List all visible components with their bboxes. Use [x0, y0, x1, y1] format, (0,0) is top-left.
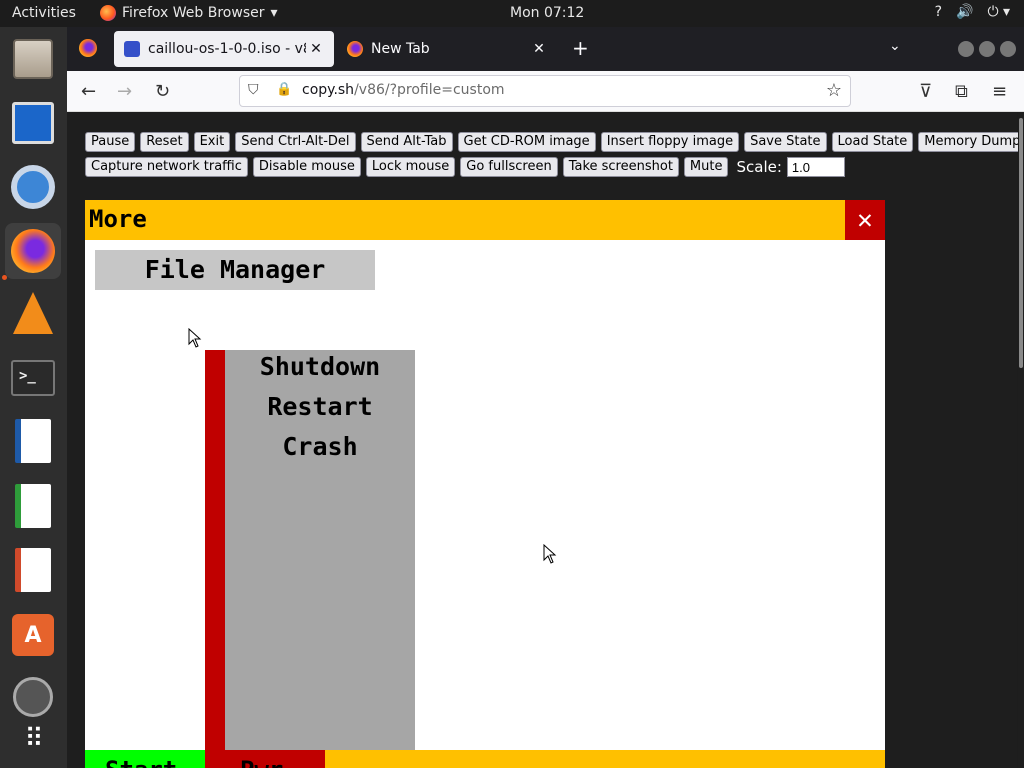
- app-menu-label: Firefox Web Browser: [122, 5, 265, 21]
- new-tab-plus-icon[interactable]: +: [572, 36, 589, 60]
- pinned-tab-firefox-icon[interactable]: [79, 39, 97, 57]
- close-tab-icon[interactable]: ✕: [529, 41, 549, 57]
- v86-favicon-icon: [124, 41, 140, 57]
- tab-v86[interactable]: caillou-os-1-0-0.iso - v86 ✕: [114, 31, 334, 67]
- minimize-window-icon[interactable]: [958, 41, 974, 57]
- system-tray[interactable]: ? 🔊 ⏻ ▾: [935, 4, 1010, 20]
- list-tabs-chevron-icon[interactable]: ⌄: [889, 38, 901, 54]
- system-top-bar: Activities Firefox Web Browser ▾ Mon 07:…: [0, 0, 1024, 27]
- guest-taskbar: Start Pwr: [85, 750, 885, 768]
- running-indicator: [2, 275, 7, 280]
- controls-row-2: Capture network traffic Disable mouse Lock…: [85, 157, 1005, 177]
- clock[interactable]: Mon 07:12: [510, 5, 584, 21]
- menu-item-crash[interactable]: Crash: [225, 432, 415, 461]
- files-icon[interactable]: [9, 35, 57, 83]
- send-ctrl-alt-del-button[interactable]: Send Ctrl-Alt-Del: [235, 132, 356, 152]
- software-store-icon[interactable]: A: [9, 611, 57, 659]
- forward-arrow-icon[interactable]: →: [117, 81, 132, 102]
- scrollbar-thumb[interactable]: [1019, 118, 1023, 368]
- page-scrollbar[interactable]: [1018, 112, 1024, 768]
- hamburger-menu-icon[interactable]: ≡: [992, 81, 1007, 102]
- dock: >_ A ⠿: [0, 27, 67, 768]
- window-title: More: [89, 205, 147, 233]
- app-menu[interactable]: Firefox Web Browser ▾: [100, 5, 278, 21]
- pocket-icon[interactable]: ⊽: [919, 81, 932, 102]
- scale-input[interactable]: [786, 157, 845, 177]
- tab-title: caillou-os-1-0-0.iso - v86: [148, 41, 306, 57]
- firefox-icon[interactable]: [5, 223, 61, 279]
- send-alt-tab-button[interactable]: Send Alt-Tab: [360, 132, 453, 152]
- chevron-down-icon: ▾: [270, 5, 278, 21]
- tab-title: New Tab: [371, 41, 430, 57]
- extensions-icon[interactable]: ⧉: [955, 81, 968, 102]
- chromium-icon[interactable]: [9, 163, 57, 211]
- volume-icon[interactable]: 🔊: [956, 4, 973, 20]
- maximize-window-icon[interactable]: [979, 41, 995, 57]
- reset-button[interactable]: Reset: [140, 132, 189, 152]
- menu-item-restart[interactable]: Restart: [225, 392, 415, 421]
- url-text[interactable]: copy.sh/v86/?profile=custom: [302, 82, 505, 98]
- emulator-screen[interactable]: More ✕ File Manager Shutdown Restart Cra…: [85, 200, 885, 768]
- close-icon[interactable]: ✕: [845, 200, 885, 240]
- updater-icon[interactable]: [9, 673, 57, 721]
- save-state-button[interactable]: Save State: [744, 132, 827, 152]
- back-arrow-icon[interactable]: ←: [81, 81, 96, 102]
- controls-row-1: Pause Reset Exit Send Ctrl-Alt-Del Send Alt-…: [85, 132, 1024, 152]
- impress-icon[interactable]: [9, 546, 57, 594]
- close-tab-icon[interactable]: ✕: [306, 41, 326, 57]
- taskbar-power-button[interactable]: Pwr: [205, 750, 325, 768]
- capture-network-traffic-button[interactable]: Capture network traffic: [85, 157, 248, 177]
- mouse-cursor-icon: [543, 544, 557, 564]
- page-content: Pause Reset Exit Send Ctrl-Alt-Del Send Alt-…: [67, 112, 1024, 768]
- take-screenshot-button[interactable]: Take screenshot: [562, 157, 679, 177]
- tab-new-tab[interactable]: New Tab ✕: [337, 31, 557, 67]
- start-button[interactable]: Start: [85, 750, 205, 768]
- menu-item-shutdown[interactable]: Shutdown: [225, 352, 415, 381]
- activities-button[interactable]: Activities: [12, 5, 76, 21]
- navigation-bar: ← → ↻ ⛉ 🔒 copy.sh/v86/?profile=custom ☆ …: [67, 71, 1024, 112]
- firefox-small-icon: [100, 5, 116, 21]
- power-menu: Shutdown Restart Crash: [225, 350, 415, 750]
- get-cd-rom-image-button[interactable]: Get CD-ROM image: [457, 132, 596, 152]
- pause-button[interactable]: Pause: [85, 132, 136, 152]
- mute-button[interactable]: Mute: [683, 157, 729, 177]
- network-icon[interactable]: ?: [935, 4, 942, 20]
- menu-stripe: [205, 350, 225, 750]
- go-fullscreen-button[interactable]: Go fullscreen: [460, 157, 558, 177]
- system-monitor-icon[interactable]: [9, 99, 57, 147]
- mouse-cursor-icon: [188, 328, 202, 348]
- url-bar[interactable]: ⛉ 🔒 copy.sh/v86/?profile=custom ☆: [239, 75, 851, 107]
- tracking-shield-icon[interactable]: ⛉: [248, 82, 259, 98]
- reload-icon[interactable]: ↻: [155, 81, 170, 102]
- terminal-icon[interactable]: >_: [9, 354, 57, 402]
- close-window-icon[interactable]: [1000, 41, 1016, 57]
- vlc-icon[interactable]: [9, 289, 57, 337]
- power-icon[interactable]: ⏻ ▾: [987, 4, 1010, 20]
- app-grid-icon[interactable]: ⠿: [9, 715, 57, 763]
- tab-bar: caillou-os-1-0-0.iso - v86 ✕ New Tab ✕ +…: [67, 27, 1024, 71]
- window-title-bar[interactable]: More ✕: [85, 200, 885, 240]
- emulator-controls: Pause Reset Exit Send Ctrl-Alt-Del Send Alt-…: [85, 132, 1024, 182]
- insert-floppy-image-button[interactable]: Insert floppy image: [600, 132, 740, 152]
- lock-mouse-button[interactable]: Lock mouse: [365, 157, 456, 177]
- exit-button[interactable]: Exit: [193, 132, 231, 152]
- bookmark-star-icon[interactable]: ☆: [826, 80, 842, 101]
- load-state-button[interactable]: Load State: [831, 132, 914, 152]
- lock-icon[interactable]: 🔒: [276, 82, 292, 97]
- scale-label: Scale:: [736, 158, 782, 176]
- file-manager-button[interactable]: File Manager: [95, 250, 375, 290]
- firefox-favicon-icon: [347, 41, 363, 57]
- writer-icon[interactable]: [9, 417, 57, 465]
- disable-mouse-button[interactable]: Disable mouse: [252, 157, 361, 177]
- memory-dump-button[interactable]: Memory Dump: [918, 132, 1024, 152]
- calc-icon[interactable]: [9, 482, 57, 530]
